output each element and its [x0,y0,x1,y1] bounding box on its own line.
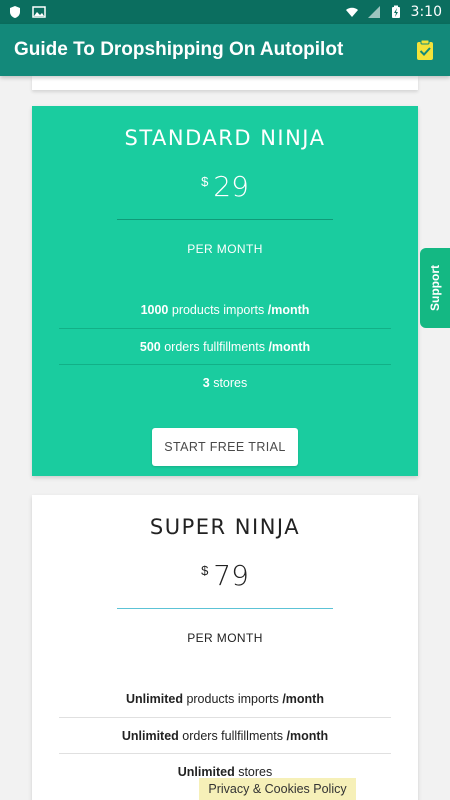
wifi-icon [345,7,358,17]
image-icon [32,6,46,18]
plan-price: $ 79 [201,559,249,592]
price-amount: 79 [213,559,249,592]
price-divider [117,608,333,609]
feature-item: 1000 products imports /month [140,303,310,317]
plan-card-standard: STANDARD NINJA $ 29 PER MONTH 1000 produ… [32,106,418,476]
billing-period: PER MONTH [187,242,263,256]
plan-card-super: SUPER NINJA $ 79 PER MONTH Unlimited pro… [32,495,418,800]
plan-name: STANDARD NINJA [124,126,326,150]
plan-name: SUPER NINJA [149,515,301,539]
signal-icon [367,6,380,18]
feature-item: Unlimited products imports /month [126,692,324,706]
start-free-trial-button[interactable]: START FREE TRIAL [152,428,298,466]
app-title: Guide To Dropshipping On Autopilot [14,39,344,60]
currency-symbol: $ [201,174,209,189]
price-amount: 29 [213,170,249,203]
support-tab[interactable]: Support [420,248,450,328]
support-label: Support [428,265,442,311]
feature-list: Unlimited products imports /month Unlimi… [32,681,418,789]
shield-icon [10,6,20,18]
feature-item: 3 stores [59,364,391,400]
feature-item: 500 orders fullfillments /month [59,328,391,364]
status-bar: 3:10 [0,0,450,24]
billing-period: PER MONTH [187,631,263,645]
currency-symbol: $ [201,563,209,578]
pricing-scroll-area[interactable]: STANDARD NINJA $ 29 PER MONTH 1000 produ… [0,76,450,800]
battery-charging-icon [391,5,400,18]
feature-list: 1000 products imports /month 500 orders … [32,292,418,400]
feature-item: Unlimited orders fullfillments /month [59,717,391,753]
privacy-cookies-link[interactable]: Privacy & Cookies Policy [199,778,356,800]
plan-price: $ 29 [201,170,249,203]
price-divider [117,219,333,220]
clock-time: 3:10 [410,4,442,20]
previous-card-edge [32,76,418,90]
app-bar: Guide To Dropshipping On Autopilot [0,24,450,76]
clipboard-check-icon[interactable] [414,39,436,61]
